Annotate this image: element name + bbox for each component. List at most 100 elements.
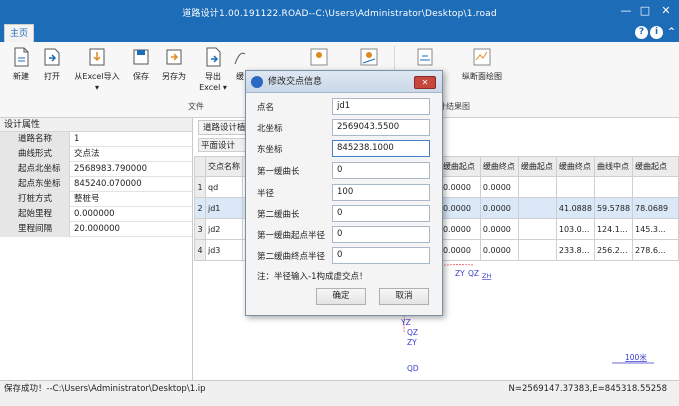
column-header[interactable]: 缓曲起点 xyxy=(439,156,481,177)
form-row: 第二缓曲长 0 xyxy=(246,205,442,223)
tab-home[interactable]: 主页 xyxy=(4,24,34,42)
property-value: 整桩号 xyxy=(74,194,100,204)
table-cell[interactable]: 0.0000 xyxy=(439,176,481,198)
dialog-title: 修改交点信息 xyxy=(268,77,323,87)
ok-button[interactable]: 确定 xyxy=(316,288,366,305)
table-cell[interactable]: 78.0689 xyxy=(632,197,679,219)
collapse-ribbon-icon[interactable]: ^ xyxy=(665,26,678,39)
east-coordinate-input[interactable]: 845238.1000 xyxy=(332,140,430,157)
property-key: 起点北坐标 xyxy=(0,162,70,177)
column-header[interactable]: 缓曲终点 xyxy=(555,156,595,177)
panel-title: 设计属性 xyxy=(0,118,192,132)
window-title: 道路设计1.00.191122.ROAD--C:\Users\Administr… xyxy=(182,9,497,19)
table-cell[interactable]: 256.2... xyxy=(593,239,634,261)
property-row[interactable]: 打桩方式 整桩号 xyxy=(0,192,192,207)
north-coordinate-input[interactable]: 2569043.5500 xyxy=(332,119,430,136)
table-cell[interactable] xyxy=(593,176,634,198)
column-header[interactable]: 缓曲起点 xyxy=(632,156,679,177)
table-cell[interactable] xyxy=(517,218,557,240)
save-as-button[interactable]: 另存为 xyxy=(158,46,190,82)
table-cell[interactable]: 59.5788 xyxy=(593,197,634,219)
form-row: 半径 100 xyxy=(246,184,442,202)
export-excel-button[interactable]: 导出 Excel ▾ xyxy=(196,46,230,93)
table-cell[interactable]: 0.0000 xyxy=(479,218,519,240)
chevron-down-icon: ▾ xyxy=(222,83,227,92)
column-header[interactable]: 缓曲起点 xyxy=(517,156,557,177)
property-row[interactable]: 里程间隔 20.000000 xyxy=(0,222,192,237)
open-file-icon xyxy=(44,48,60,66)
table-cell[interactable]: jd3 xyxy=(204,239,243,261)
import-excel-button[interactable]: 从Excel导入 ▾ xyxy=(70,46,124,93)
table-cell[interactable]: 124.1... xyxy=(593,218,634,240)
profile-draw-button[interactable]: 纵断面绘图 xyxy=(454,46,510,82)
table-cell[interactable]: jd2 xyxy=(204,218,243,240)
app-icon xyxy=(251,76,263,88)
table-cell[interactable]: 233.8... xyxy=(555,239,595,261)
info-icon[interactable]: i xyxy=(650,26,663,39)
property-value: 2568983.790000 xyxy=(74,164,148,174)
table-cell[interactable]: 0.0000 xyxy=(439,239,481,261)
cancel-button[interactable]: 取消 xyxy=(379,288,429,305)
property-row[interactable]: 起始里程 0.000000 xyxy=(0,207,192,222)
property-key: 道路名称 xyxy=(0,132,70,147)
row-number: 1 xyxy=(194,176,206,198)
table-cell[interactable] xyxy=(517,239,557,261)
close-button[interactable]: ✕ xyxy=(655,2,677,20)
dialog-close-button[interactable]: ✕ xyxy=(414,76,436,89)
property-row[interactable]: 起点东坐标 845240.070000 xyxy=(0,177,192,192)
curve-label: 缓 xyxy=(236,72,244,81)
table-cell[interactable] xyxy=(555,176,595,198)
first-spiral-length-input[interactable]: 0 xyxy=(332,162,430,179)
export-excel-label: Excel xyxy=(199,83,221,92)
property-key: 打桩方式 xyxy=(0,192,70,207)
point-name-input[interactable]: jd1 xyxy=(332,98,430,115)
first-spiral-length-label: 第一缓曲长 xyxy=(257,167,300,177)
property-row[interactable]: 起点北坐标 2568983.790000 xyxy=(0,162,192,177)
cross-section-button[interactable] xyxy=(410,46,440,71)
new-button[interactable]: 新建 xyxy=(8,46,34,82)
column-header[interactable]: 交点名称 xyxy=(204,156,243,177)
maximize-button[interactable]: □ xyxy=(634,2,656,20)
title-bar: 道路设计1.00.191122.ROAD--C:\Users\Administr… xyxy=(0,0,679,24)
table-cell[interactable]: 145.3... xyxy=(632,218,679,240)
help-icon[interactable]: ? xyxy=(635,26,648,39)
table-cell[interactable]: 0.0000 xyxy=(439,197,481,219)
column-header[interactable]: 缓曲终点 xyxy=(479,156,519,177)
second-spiral-end-radius-input[interactable]: 0 xyxy=(332,247,430,264)
second-spiral-length-input[interactable]: 0 xyxy=(332,205,430,222)
table-cell[interactable] xyxy=(632,176,679,198)
table-cell[interactable]: 0.0000 xyxy=(479,176,519,198)
property-value: 1 xyxy=(74,134,80,144)
open-button[interactable]: 打开 xyxy=(38,46,66,82)
table-cell[interactable] xyxy=(517,197,557,219)
table-cell[interactable]: qd xyxy=(204,176,243,198)
column-header[interactable]: 曲线中点 xyxy=(593,156,634,177)
first-spiral-start-radius-input[interactable]: 0 xyxy=(332,226,430,243)
radius-label: 半径 xyxy=(257,189,275,199)
property-row[interactable]: 道路名称 1 xyxy=(0,132,192,147)
dialog-note: 注：半径输入-1构成虚交点！ xyxy=(257,272,368,282)
table-cell[interactable] xyxy=(517,176,557,198)
save-button[interactable]: 保存 xyxy=(128,46,154,82)
table-cell[interactable]: 0.0000 xyxy=(439,218,481,240)
plot-label: QZ xyxy=(407,328,418,337)
table-cell[interactable]: 103.0... xyxy=(555,218,595,240)
alignment-draw-button[interactable] xyxy=(350,46,388,71)
plan-draw-button[interactable] xyxy=(300,46,338,71)
form-row: 第二缓曲终点半径 0 xyxy=(246,247,442,265)
radius-input[interactable]: 100 xyxy=(332,184,430,201)
dialog-title-bar[interactable]: 修改交点信息 ✕ xyxy=(246,71,442,93)
north-coordinate-label: 北坐标 xyxy=(257,124,283,134)
property-key: 起点东坐标 xyxy=(0,177,70,192)
save-icon xyxy=(133,49,149,65)
property-key: 里程间隔 xyxy=(0,222,70,237)
table-cell[interactable]: 0.0000 xyxy=(479,197,519,219)
edit-intersection-dialog: 修改交点信息 ✕ 点名 jd1 北坐标 2569043.5500 东坐标 845238… xyxy=(245,70,443,316)
table-cell[interactable]: 0.0000 xyxy=(479,239,519,261)
table-cell[interactable]: jd1 xyxy=(204,197,243,219)
form-row: 东坐标 845238.1000 xyxy=(246,140,442,158)
table-cell[interactable]: 41.0888 xyxy=(555,197,595,219)
property-row[interactable]: 曲线形式 交点法 xyxy=(0,147,192,162)
form-row: 第一缓曲起点半径 0 xyxy=(246,226,442,244)
table-cell[interactable]: 278.6... xyxy=(632,239,679,261)
